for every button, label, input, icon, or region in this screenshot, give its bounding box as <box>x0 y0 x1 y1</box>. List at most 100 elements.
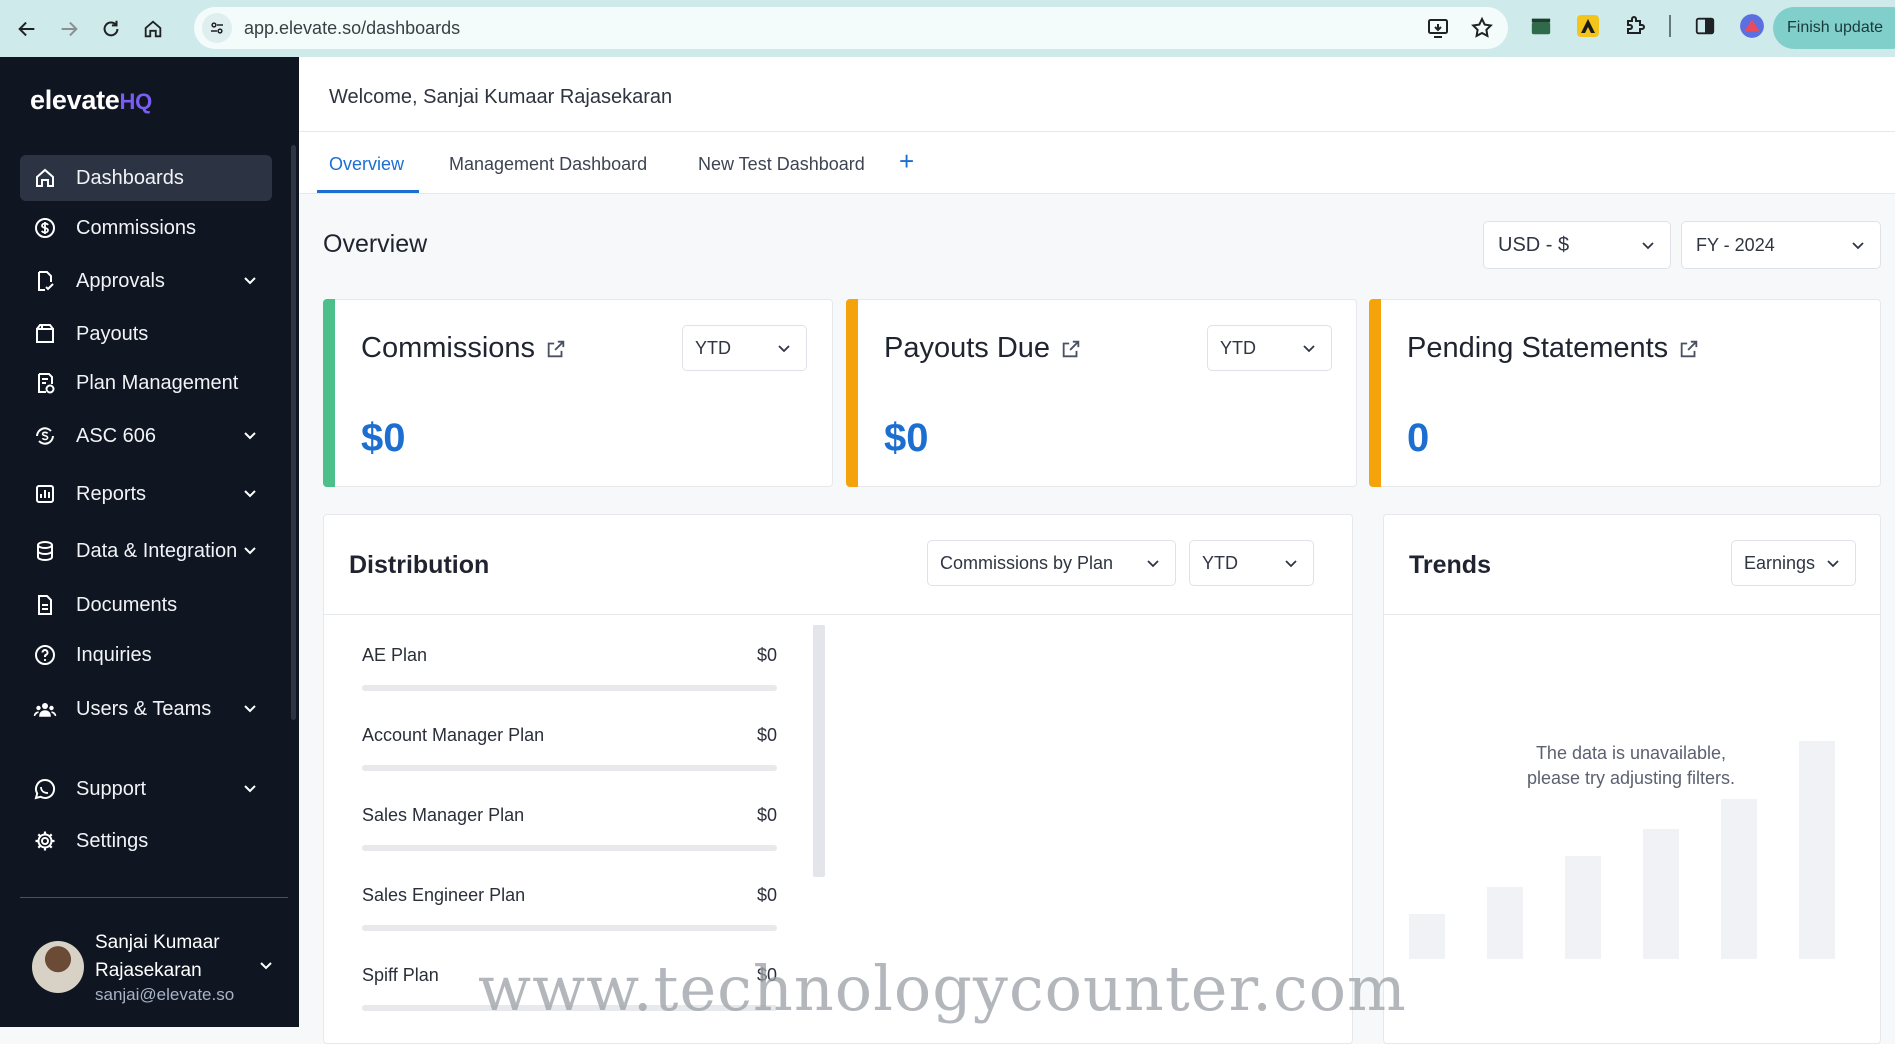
placeholder-bar <box>1799 741 1835 959</box>
sidebar-item-payouts[interactable]: Payouts <box>20 311 272 357</box>
reports-icon <box>32 481 58 507</box>
sidebar-item-support[interactable]: Support <box>20 766 272 812</box>
card-title: Commissions <box>361 332 567 365</box>
home-browser-icon[interactable] <box>138 14 168 44</box>
sidebar-item-reports[interactable]: Reports <box>20 471 272 517</box>
sidebar-item-inquiries[interactable]: Inquiries <box>20 632 272 678</box>
user-menu-chevron-icon[interactable] <box>258 957 274 973</box>
users-icon <box>32 696 58 722</box>
external-link-icon[interactable] <box>545 338 567 360</box>
tab-overview[interactable]: Overview <box>329 154 404 175</box>
sidebar-divider <box>20 897 288 898</box>
empty-state-line: The data is unavailable, <box>1535 743 1727 763</box>
commissions-card: Commissions YTD $0 <box>323 299 833 487</box>
period-value: YTD <box>695 337 731 358</box>
fiscal-year-select[interactable]: FY - 2024 <box>1681 221 1881 269</box>
chevron-down-icon <box>244 705 256 713</box>
avatar[interactable] <box>32 941 84 993</box>
list-item: Sales Manager Plan $0 <box>362 805 777 851</box>
placeholder-bar <box>1721 799 1757 959</box>
chevron-down-icon <box>244 490 256 498</box>
commissions-period-select[interactable]: YTD <box>682 325 807 371</box>
panel-title: Trends <box>1409 551 1491 579</box>
list-item: AE Plan $0 <box>362 645 777 691</box>
extensions-puzzle-icon[interactable] <box>1622 13 1648 39</box>
chevron-down-icon <box>778 345 790 353</box>
install-app-icon[interactable] <box>1426 16 1450 45</box>
plan-name: Sales Engineer Plan <box>362 885 526 905</box>
side-panel-icon[interactable] <box>1692 13 1718 39</box>
forward-icon[interactable] <box>54 14 84 44</box>
distribution-group-select[interactable]: Commissions by Plan <box>927 540 1176 586</box>
card-title: Payouts Due <box>884 332 1082 365</box>
bookmark-star-icon[interactable] <box>1470 16 1494 45</box>
page-title: Overview <box>323 230 428 258</box>
sidebar-item-label: Plan Management <box>76 371 239 394</box>
app-logo[interactable]: elevateHQ <box>30 85 152 116</box>
browser-toolbar: app.elevate.so/dashboards Finish update <box>0 0 1895 57</box>
trends-metric-select[interactable]: Earnings <box>1731 540 1856 586</box>
sidebar-item-settings[interactable]: Settings <box>20 818 272 864</box>
database-icon <box>32 538 58 564</box>
question-circle-icon <box>32 642 58 668</box>
sidebar-item-dashboards[interactable]: Dashboards <box>20 155 272 201</box>
card-accent <box>846 299 858 487</box>
progress-bar <box>362 685 777 691</box>
card-accent <box>323 299 335 487</box>
sidebar-item-asc-606[interactable]: ASC 606 <box>20 413 272 459</box>
list-item: Account Manager Plan $0 <box>362 725 777 771</box>
currency-select[interactable]: USD - $ <box>1483 221 1671 269</box>
plan-value: $0 <box>756 805 777 825</box>
top-header: Welcome, Sanjai Kumaar Rajasekaran <box>299 57 1895 132</box>
site-settings-icon[interactable] <box>202 13 232 43</box>
distribution-scrollbar[interactable] <box>813 625 825 877</box>
list-item: Sales Engineer Plan $0 <box>362 885 777 931</box>
tab-management-dashboard[interactable]: Management Dashboard <box>449 154 647 175</box>
plan-name: Account Manager Plan <box>362 725 545 745</box>
group-by-value: Commissions by Plan <box>940 552 1114 573</box>
sidebar-item-commissions[interactable]: Commissions <box>20 205 272 251</box>
distribution-period-select[interactable]: YTD <box>1189 540 1314 586</box>
address-bar[interactable]: app.elevate.so/dashboards <box>194 7 1508 49</box>
card-accent <box>1369 299 1381 487</box>
pending-statements-card: Pending Statements 0 <box>1369 299 1881 487</box>
sidebar-item-label: Reports <box>76 482 147 505</box>
back-icon[interactable] <box>12 14 42 44</box>
sidebar-item-plan-management[interactable]: Plan Management <box>20 360 272 406</box>
external-link-icon[interactable] <box>1678 338 1700 360</box>
placeholder-bar <box>1409 914 1445 959</box>
plan-name: Sales Manager Plan <box>362 805 525 825</box>
tab-new-test-dashboard[interactable]: New Test Dashboard <box>698 154 865 175</box>
card-title-text: Pending Statements <box>1407 332 1669 364</box>
add-tab-button[interactable]: + <box>899 146 914 177</box>
finish-update-button[interactable]: Finish update <box>1773 7 1895 49</box>
document-icon <box>32 592 58 618</box>
profile-avatar-icon[interactable] <box>1739 13 1765 39</box>
extension-warning-icon[interactable] <box>1575 13 1601 39</box>
home-icon <box>32 165 58 191</box>
card-value: $0 <box>884 416 929 460</box>
dashboard-tabs: Overview Management Dashboard New Test D… <box>299 132 1895 194</box>
sidebar-scrollbar[interactable] <box>291 145 296 720</box>
external-link-icon[interactable] <box>1060 338 1082 360</box>
sidebar-item-label: Data & Integration <box>76 539 238 562</box>
payouts-period-select[interactable]: YTD <box>1207 325 1332 371</box>
chevron-down-icon <box>1285 560 1297 568</box>
panel-header: Distribution Commissions by Plan YTD <box>324 515 1352 615</box>
sidebar-item-approvals[interactable]: Approvals <box>20 258 272 304</box>
placeholder-bar <box>1487 887 1523 959</box>
plan-name: AE Plan <box>362 645 428 665</box>
chevron-down-icon <box>244 277 256 285</box>
dollar-circle-icon <box>32 215 58 241</box>
plan-value: $0 <box>756 885 777 905</box>
card-value: $0 <box>361 416 406 460</box>
gear-icon <box>32 828 58 854</box>
sidebar-item-label: Users & Teams <box>76 697 212 720</box>
sidebar-item-documents[interactable]: Documents <box>20 582 272 628</box>
reload-icon[interactable] <box>96 14 126 44</box>
metric-value: Earnings <box>1744 552 1816 573</box>
sidebar-item-data-integration[interactable]: Data & Integration <box>20 528 272 574</box>
extension-clapper-icon[interactable] <box>1528 13 1554 39</box>
sidebar-item-users-teams[interactable]: Users & Teams <box>20 686 272 732</box>
watermark: www.technologycounter.com <box>478 952 1407 1025</box>
